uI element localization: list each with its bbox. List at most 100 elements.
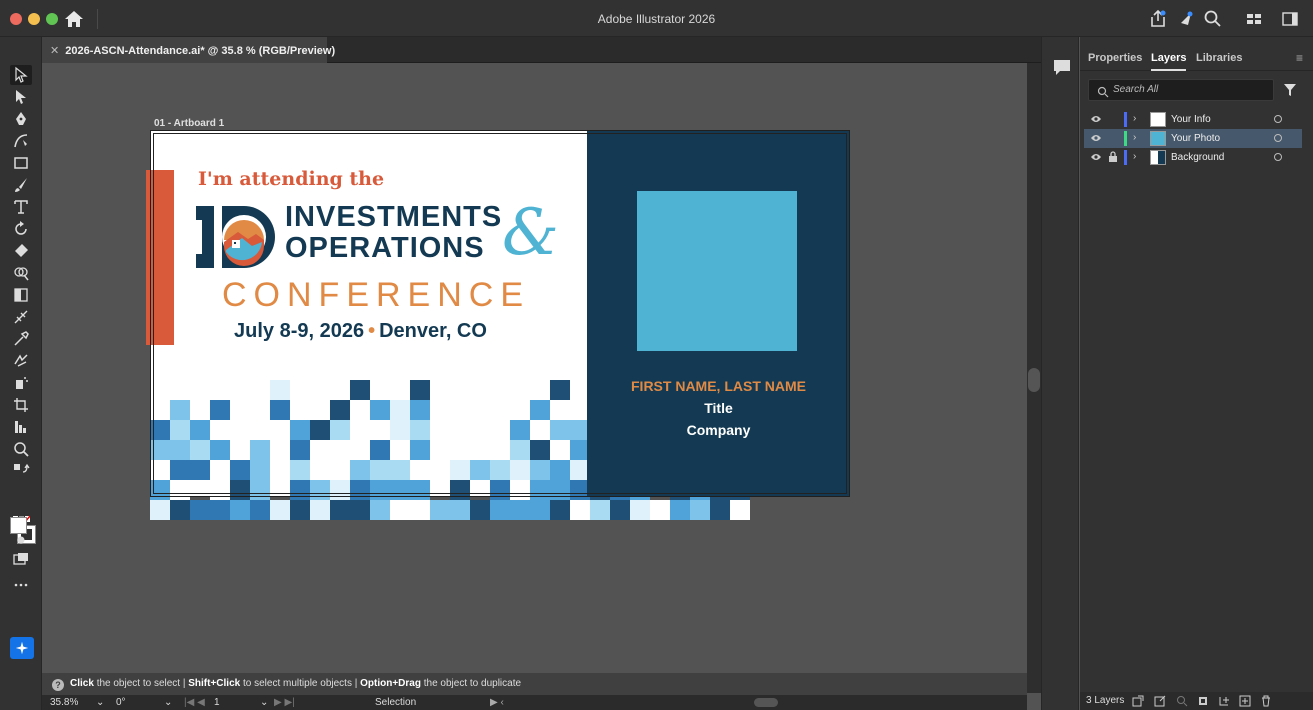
expand-chevron-icon[interactable]: › xyxy=(1133,151,1136,162)
mosaic-tile xyxy=(450,440,470,460)
scroll-thumb[interactable] xyxy=(1028,368,1040,392)
visibility-eye-icon[interactable] xyxy=(1090,152,1102,162)
tab-libraries[interactable]: Libraries xyxy=(1196,52,1242,64)
eyedropper-tool[interactable] xyxy=(10,329,32,349)
edit-toolbar-button[interactable] xyxy=(10,575,32,595)
tab-layers[interactable]: Layers xyxy=(1151,52,1187,71)
symbol-sprayer-tool[interactable] xyxy=(10,373,32,393)
document-tab[interactable]: ✕ 2026-ASCN-Attendance.ai* @ 35.8 % (RGB/… xyxy=(42,37,335,63)
zoom-tool[interactable] xyxy=(10,439,32,459)
attending-text[interactable]: I'm attending the xyxy=(198,168,384,190)
conference-logo-icon[interactable] xyxy=(196,206,280,268)
panel-layout-icon[interactable] xyxy=(1280,9,1300,29)
layer-target-icon[interactable] xyxy=(1274,153,1282,161)
new-layer-icon[interactable] xyxy=(1239,695,1251,707)
zoom-dropdown-icon[interactable]: ⌄ xyxy=(96,697,104,708)
filter-icon[interactable] xyxy=(1283,83,1297,97)
graph-tool[interactable] xyxy=(10,417,32,437)
first-artboard-icon[interactable]: |◀ ◀ xyxy=(184,697,205,708)
status-menu-icon[interactable]: ▶ ‹ xyxy=(490,697,504,708)
panel-menu-icon[interactable]: ≡ xyxy=(1296,51,1303,65)
artboard-tool[interactable] xyxy=(10,395,32,415)
brush-tool[interactable] xyxy=(10,175,32,195)
mosaic-tile xyxy=(450,460,470,480)
mosaic-tile xyxy=(510,500,530,520)
direct-selection-tool[interactable] xyxy=(10,87,32,107)
mesh-tool[interactable] xyxy=(10,307,32,327)
zoom-level[interactable]: 35.8% xyxy=(50,697,78,708)
layer-name[interactable]: Your Photo xyxy=(1171,133,1220,144)
artboard-number[interactable]: 1 xyxy=(214,697,220,708)
comments-icon[interactable] xyxy=(1051,57,1073,77)
attendee-title-text[interactable]: Title xyxy=(587,400,850,416)
rectangle-tool[interactable] xyxy=(10,153,32,173)
horizontal-scroll-thumb[interactable] xyxy=(754,698,778,707)
help-icon[interactable]: ? xyxy=(52,679,64,691)
expand-chevron-icon[interactable]: › xyxy=(1133,132,1136,143)
fill-swatch[interactable] xyxy=(10,517,27,534)
mosaic-tile xyxy=(350,380,370,400)
shape-builder-tool[interactable] xyxy=(10,263,32,283)
layers-search-input[interactable]: Search All xyxy=(1088,79,1274,101)
layer-target-icon[interactable] xyxy=(1274,134,1282,142)
layer-row-your-info[interactable]: › Your Info xyxy=(1084,110,1302,129)
visibility-eye-icon[interactable] xyxy=(1090,114,1102,124)
generative-ai-button[interactable] xyxy=(10,637,34,659)
curvature-tool[interactable] xyxy=(10,131,32,151)
headline-investments[interactable]: INVESTMENTS xyxy=(285,202,502,232)
rotate-tool[interactable] xyxy=(10,219,32,239)
artboard-label[interactable]: 01 - Artboard 1 xyxy=(154,118,224,129)
clipping-mask-icon[interactable] xyxy=(1197,695,1209,707)
mosaic-tile xyxy=(310,420,330,440)
direct-selection-tool-icon xyxy=(16,90,26,104)
layer-name[interactable]: Your Info xyxy=(1171,114,1211,125)
share-icon[interactable] xyxy=(1148,9,1168,29)
mosaic-tile xyxy=(350,460,370,480)
swap-fill-stroke[interactable] xyxy=(10,459,32,479)
attendee-name-text[interactable]: FIRST NAME, LAST NAME xyxy=(587,378,850,394)
eraser-tool[interactable] xyxy=(10,241,32,261)
close-document-icon[interactable]: ✕ xyxy=(50,45,59,57)
layer-target-icon[interactable] xyxy=(1274,115,1282,123)
tab-properties[interactable]: Properties xyxy=(1088,52,1142,64)
type-tool[interactable] xyxy=(10,197,32,217)
search-layers-icon[interactable] xyxy=(1176,695,1188,707)
conference-text[interactable]: CONFERENCE xyxy=(222,276,530,315)
document-tab-label: 2026-ASCN-Attendance.ai* @ 35.8 % (RGB/P… xyxy=(65,45,336,57)
curvature-tool-icon xyxy=(14,134,28,148)
eyedropper-tool-icon xyxy=(14,331,29,346)
locate-object-icon[interactable] xyxy=(1154,695,1166,707)
delete-layer-icon[interactable] xyxy=(1260,695,1272,707)
new-sublayer-icon[interactable] xyxy=(1218,695,1230,707)
ampersand-mark[interactable]: & xyxy=(502,198,559,268)
orange-accent-bar[interactable] xyxy=(146,170,174,345)
artboard[interactable]: I'm attending the INVESTMENTS OPERATIONS… xyxy=(146,130,850,520)
rotation-value[interactable]: 0° xyxy=(116,697,126,708)
expand-chevron-icon[interactable]: › xyxy=(1133,113,1136,124)
attendee-company-text[interactable]: Company xyxy=(587,422,850,438)
layer-row-your-photo[interactable]: › Your Photo xyxy=(1084,129,1302,148)
gradient-tool[interactable] xyxy=(10,285,32,305)
screen-mode-button[interactable] xyxy=(10,549,32,569)
last-artboard-icon[interactable]: ▶ ▶| xyxy=(274,697,295,708)
mosaic-tile xyxy=(530,460,550,480)
lock-icon[interactable] xyxy=(1108,151,1118,163)
mosaic-tile xyxy=(690,500,710,520)
layer-row-background[interactable]: › Background xyxy=(1084,148,1302,167)
workspace-switcher-icon[interactable] xyxy=(1244,9,1264,29)
rotation-dropdown-icon[interactable]: ⌄ xyxy=(164,697,172,708)
export-for-screens-icon[interactable] xyxy=(1132,695,1144,707)
artboard-dropdown-icon[interactable]: ⌄ xyxy=(260,697,268,708)
canvas[interactable]: 01 - Artboard 1 I'm attending the INVEST… xyxy=(42,63,1027,673)
date-location-text[interactable]: July 8-9, 2026 • Denver, CO xyxy=(234,320,487,343)
photo-placeholder[interactable] xyxy=(637,191,797,351)
canvas-vertical-scrollbar[interactable] xyxy=(1027,63,1041,693)
pen-tool[interactable] xyxy=(10,109,32,129)
headline-operations[interactable]: OPERATIONS xyxy=(285,233,485,263)
visibility-eye-icon[interactable] xyxy=(1090,133,1102,143)
blend-tool[interactable] xyxy=(10,351,32,371)
layer-name[interactable]: Background xyxy=(1171,152,1224,163)
search-icon[interactable] xyxy=(1203,9,1223,29)
selection-tool[interactable] xyxy=(10,65,32,85)
notifications-icon[interactable] xyxy=(1176,9,1196,29)
